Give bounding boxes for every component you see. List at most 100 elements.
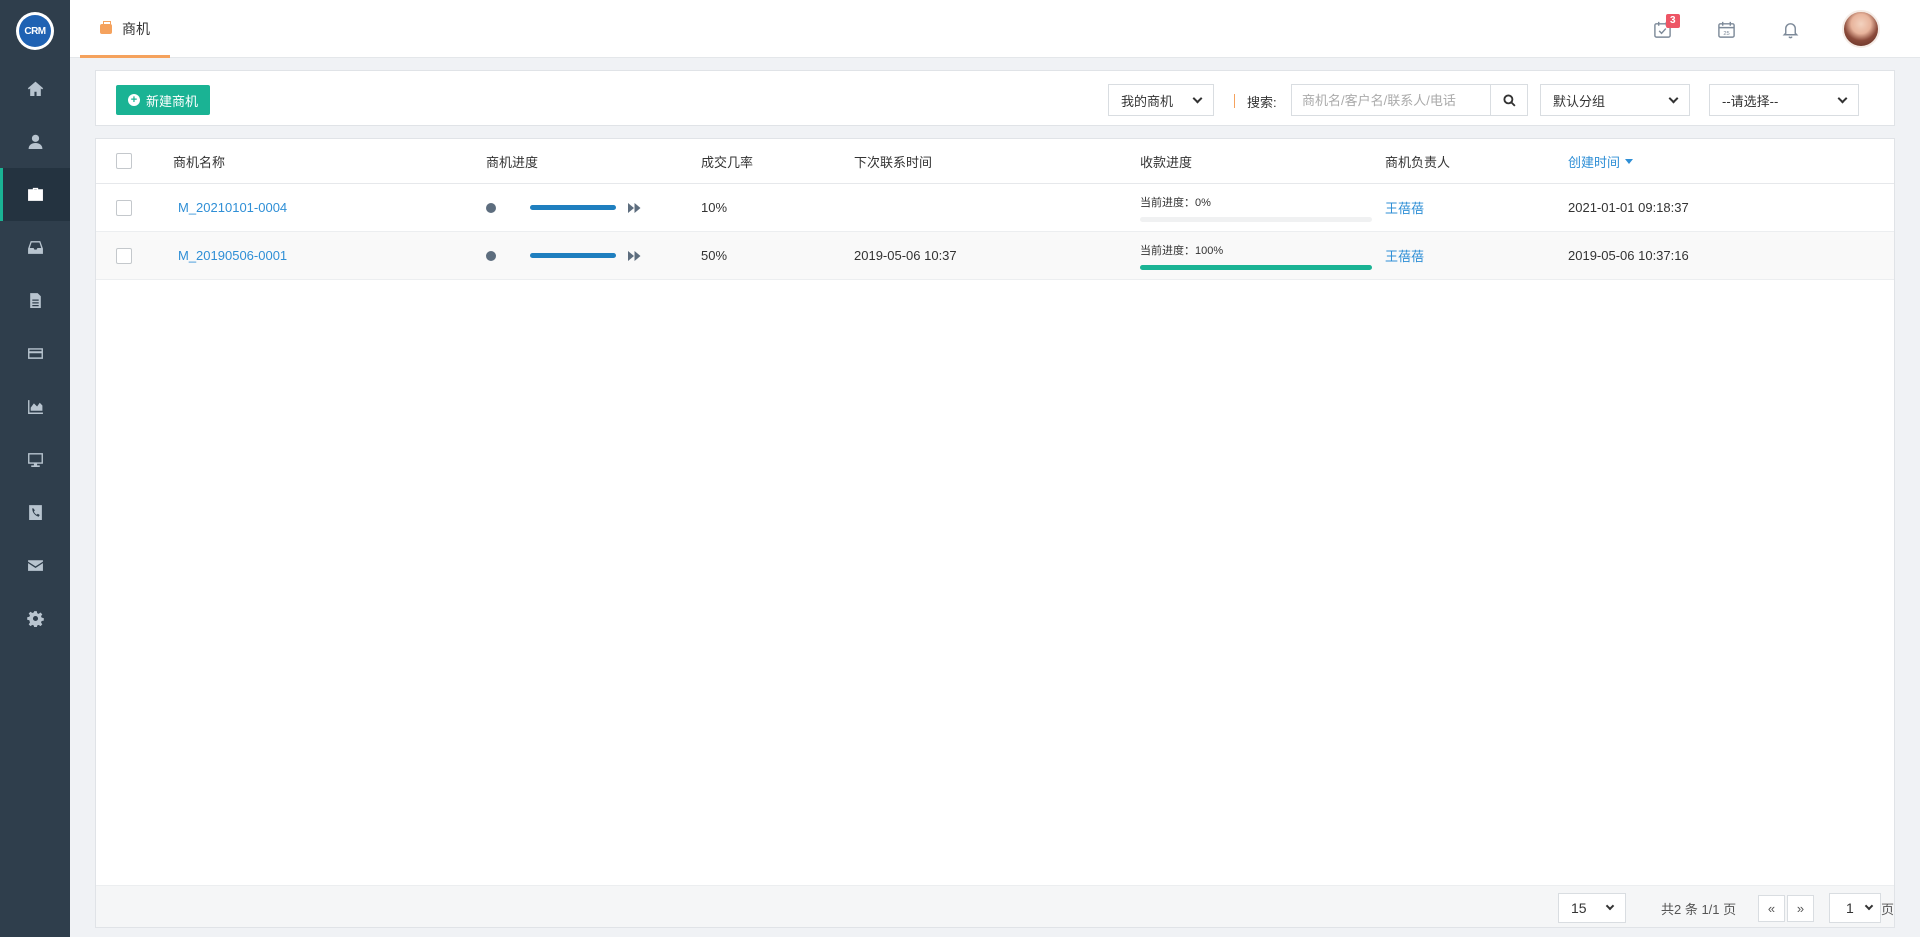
search-input[interactable]	[1291, 84, 1491, 116]
payment-progress-text: 当前进度：100%	[1140, 244, 1224, 257]
sidebar-item-settings[interactable]	[0, 592, 70, 645]
advance-stage-button[interactable]	[628, 202, 641, 213]
stage-dot	[486, 250, 496, 261]
table-row: M_20210101-0004 10% 当前进度：0% 王蓓蓓 2021-01-…	[96, 184, 1894, 232]
payment-progress-track	[1140, 216, 1372, 222]
column-header-payment: 收款进度	[1140, 154, 1193, 170]
top-header: 商机 3 25	[70, 0, 1920, 58]
calendar-day: 25	[1723, 31, 1729, 37]
chevron-down-icon	[1605, 901, 1615, 911]
table-row: M_20190506-0001 50% 2019-05-06 10:37 当前进…	[96, 232, 1894, 280]
monitor-icon	[27, 453, 43, 467]
chevron-down-icon	[1864, 901, 1874, 911]
search-button[interactable]	[1490, 84, 1528, 116]
column-header-created-label: 创建时间	[1568, 154, 1621, 170]
pagination-info: 共2 条 1/1 页	[1661, 902, 1737, 917]
envelope-icon	[27, 560, 43, 571]
document-icon	[29, 293, 41, 308]
header-actions: 3 25	[1630, 0, 1880, 58]
next-contact-time: 2019-05-06 10:37	[854, 248, 957, 263]
inbox-icon	[27, 241, 43, 254]
payment-progress: 当前进度：100%	[1140, 232, 1372, 279]
sidebar-item-reports[interactable]	[0, 380, 70, 433]
sidebar-item-opportunities[interactable]	[0, 168, 70, 221]
tab-label: 商机	[122, 21, 150, 37]
column-header-owner: 商机负责人	[1385, 154, 1451, 170]
stage-bar	[530, 253, 616, 258]
user-icon	[28, 134, 42, 149]
payment-progress-fill	[1140, 264, 1372, 270]
advance-stage-button[interactable]	[628, 250, 641, 261]
opportunity-table: 商机名称 商机进度 成交几率 下次联系时间 收款进度 商机负责人 创建时间 M_…	[95, 138, 1895, 928]
briefcase-icon	[27, 187, 43, 201]
group-select[interactable]: 默认分组	[1540, 84, 1690, 116]
stage-progress	[486, 184, 641, 231]
calendar-icon: 25	[1717, 21, 1735, 38]
phone-icon	[28, 505, 42, 520]
task-badge: 3	[1666, 14, 1680, 28]
prev-page-button[interactable]: «	[1758, 895, 1785, 922]
column-header-rate: 成交几率	[701, 154, 754, 170]
opportunity-name-link[interactable]: M_20210101-0004	[178, 184, 287, 231]
home-icon	[27, 81, 43, 96]
sort-desc-icon	[1625, 158, 1634, 164]
new-opportunity-label: 新建商机	[146, 93, 199, 109]
area-chart-icon	[27, 400, 43, 414]
opportunity-name-link[interactable]: M_20190506-0001	[178, 232, 287, 279]
created-time: 2019-05-06 10:37:16	[1568, 248, 1689, 263]
logo-text: CRM	[19, 15, 51, 47]
page-number-value: 1	[1846, 900, 1854, 916]
chevron-down-icon	[1192, 93, 1203, 103]
sidebar-item-calls[interactable]	[0, 486, 70, 539]
sidebar-item-inbox[interactable]	[0, 221, 70, 274]
plus-icon: +	[128, 94, 140, 106]
sidebar-item-home[interactable]	[0, 62, 70, 115]
logo[interactable]: CRM	[0, 0, 70, 62]
gear-icon	[26, 611, 44, 627]
briefcase-icon	[100, 21, 112, 34]
sidebar-item-mail[interactable]	[0, 539, 70, 592]
filter-select[interactable]: --请选择--	[1709, 84, 1859, 116]
sidebar: CRM	[0, 0, 70, 937]
credit-card-icon	[27, 348, 43, 359]
select-all-checkbox[interactable]	[116, 153, 132, 169]
column-header-created[interactable]: 创建时间	[1568, 139, 1634, 183]
search-icon	[1502, 93, 1516, 107]
owner-link[interactable]: 王蓓蓓	[1385, 232, 1424, 279]
row-checkbox[interactable]	[116, 247, 132, 264]
page-number-select[interactable]: 1	[1829, 893, 1881, 923]
new-opportunity-button[interactable]: + 新建商机	[116, 85, 211, 115]
next-page-button[interactable]: »	[1787, 895, 1814, 922]
column-header-name: 商机名称	[173, 154, 226, 170]
sidebar-item-documents[interactable]	[0, 274, 70, 327]
sidebar-item-customers[interactable]	[0, 115, 70, 168]
scrollbar[interactable]	[1906, 58, 1920, 937]
pagination: 15 共2 条 1/1 页 « » 1 页	[96, 885, 1894, 927]
payment-progress-track	[1140, 264, 1372, 270]
page-unit-label: 页	[1881, 902, 1895, 917]
stage-bar	[530, 205, 616, 210]
payment-progress-text: 当前进度：0%	[1140, 196, 1211, 209]
chevron-down-icon	[1668, 93, 1679, 103]
task-button[interactable]: 3	[1630, 0, 1694, 58]
sidebar-item-finance[interactable]	[0, 327, 70, 380]
avatar[interactable]	[1842, 10, 1880, 48]
fast-forward-icon	[628, 202, 641, 213]
sidebar-item-desktop[interactable]	[0, 433, 70, 486]
group-select-value: 默认分组	[1553, 93, 1606, 109]
notification-button[interactable]	[1758, 0, 1822, 58]
column-header-next-contact: 下次联系时间	[854, 154, 933, 170]
scope-select[interactable]: 我的商机	[1108, 84, 1214, 116]
calendar-button[interactable]: 25	[1694, 0, 1758, 58]
table-header: 商机名称 商机进度 成交几率 下次联系时间 收款进度 商机负责人 创建时间	[96, 139, 1894, 184]
created-time: 2021-01-01 09:18:37	[1568, 200, 1689, 215]
win-rate: 10%	[701, 200, 728, 215]
win-rate: 50%	[701, 248, 728, 263]
column-header-stage: 商机进度	[486, 154, 539, 170]
row-checkbox[interactable]	[116, 199, 132, 216]
page-size-value: 15	[1571, 900, 1587, 916]
page-size-select[interactable]: 15	[1558, 893, 1626, 923]
tab-opportunities[interactable]: 商机	[80, 0, 170, 58]
owner-link[interactable]: 王蓓蓓	[1385, 184, 1424, 231]
search-label: 搜索:	[1247, 95, 1277, 110]
